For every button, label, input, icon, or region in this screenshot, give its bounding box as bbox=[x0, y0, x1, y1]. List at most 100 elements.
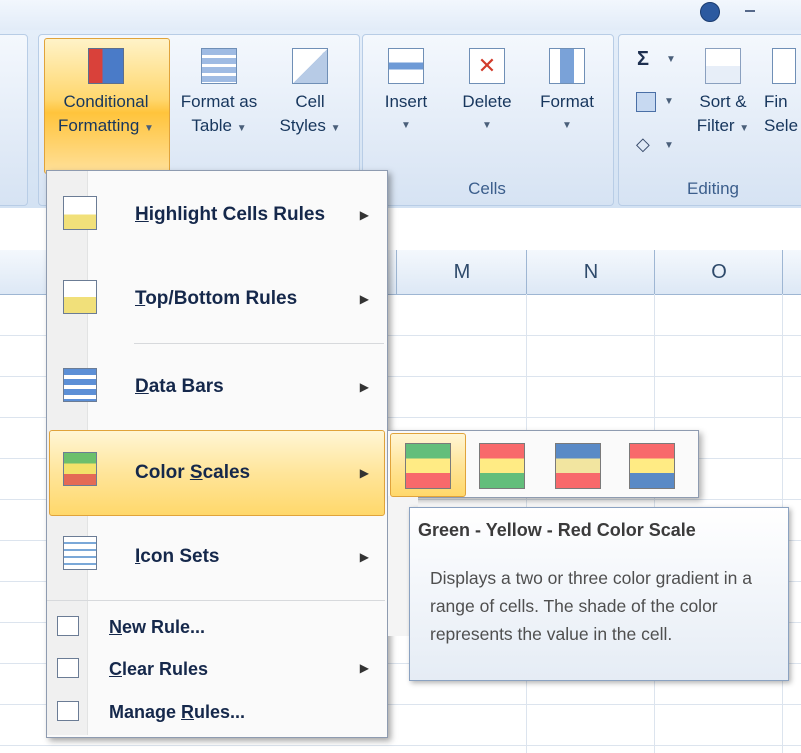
delete-label: Delete bbox=[462, 92, 512, 111]
label-part: Manage bbox=[109, 702, 182, 722]
conditional-formatting-label-1: Conditional bbox=[63, 92, 149, 111]
sort-filter-button[interactable]: Sort & Filter ▼ bbox=[688, 48, 758, 141]
manage-rules-icon bbox=[57, 701, 79, 721]
column-header-m[interactable]: M bbox=[396, 250, 527, 294]
menu-item-label: Color Scales bbox=[135, 462, 250, 484]
chevron-down-icon: ▼ bbox=[482, 120, 492, 131]
top-bottom-icon bbox=[63, 280, 97, 314]
chevron-down-icon: ▼ bbox=[144, 123, 154, 134]
label-part: op/Bottom Rules bbox=[145, 288, 298, 309]
red-yellow-blue-scale-icon bbox=[629, 443, 675, 489]
menu-item-clear-rules[interactable]: Clear Rules ▶ bbox=[47, 648, 385, 690]
menu-item-new-rule[interactable]: New Rule... bbox=[47, 606, 385, 648]
conditional-formatting-icon bbox=[88, 48, 124, 84]
insert-button[interactable]: Insert ▼ bbox=[372, 48, 440, 138]
icon-sets-icon bbox=[63, 536, 97, 570]
find-select-label-1: Fin bbox=[764, 92, 788, 111]
format-button[interactable]: Format ▼ bbox=[530, 48, 604, 138]
fill-icon[interactable] bbox=[636, 92, 656, 112]
menu-item-top-bottom-rules[interactable]: Top/Bottom Rules ▶ bbox=[47, 258, 385, 342]
color-scale-red-yellow-green[interactable] bbox=[470, 438, 532, 492]
green-yellow-red-scale-icon bbox=[405, 443, 451, 489]
menu-separator bbox=[47, 600, 385, 601]
label-accelerator: D bbox=[135, 376, 149, 397]
help-icon[interactable] bbox=[700, 2, 720, 22]
sort-filter-icon bbox=[705, 48, 741, 84]
chevron-down-icon[interactable]: ▼ bbox=[664, 96, 674, 107]
red-yellow-green-scale-icon bbox=[479, 443, 525, 489]
cell-styles-label-2: Styles bbox=[279, 116, 326, 135]
chevron-down-icon: ▼ bbox=[401, 120, 411, 131]
highlight-cells-icon bbox=[63, 196, 97, 230]
find-select-label-2: Sele bbox=[764, 116, 799, 135]
cell-styles-button[interactable]: Cell Styles ▼ bbox=[272, 48, 348, 141]
label-accelerator: N bbox=[109, 617, 122, 637]
label-part: con Sets bbox=[140, 546, 220, 567]
delete-cells-icon: ✕ bbox=[469, 48, 505, 84]
chevron-down-icon: ▼ bbox=[330, 123, 341, 134]
format-as-table-label-1: Format as bbox=[180, 92, 258, 111]
menu-item-data-bars[interactable]: Data Bars ▶ bbox=[47, 346, 385, 430]
label-part: ules... bbox=[194, 702, 246, 722]
label-accelerator: H bbox=[135, 204, 149, 225]
label-part: ew Rule... bbox=[122, 617, 206, 637]
format-cells-icon bbox=[549, 48, 585, 84]
minimize-icon[interactable] bbox=[745, 10, 755, 12]
color-scale-green-yellow-red[interactable] bbox=[396, 438, 458, 492]
menu-item-label: Clear Rules bbox=[109, 659, 208, 680]
cell-styles-label-1: Cell bbox=[295, 92, 325, 111]
clear-rules-icon bbox=[57, 658, 79, 678]
chevron-right-icon: ▶ bbox=[359, 661, 369, 675]
insert-cells-icon bbox=[388, 48, 424, 84]
column-header-next[interactable] bbox=[782, 250, 801, 294]
label-accelerator: T bbox=[135, 288, 146, 309]
find-select-button[interactable]: Fin Sele bbox=[764, 48, 801, 138]
tooltip-body: Displays a two or three color gradient i… bbox=[430, 568, 752, 644]
label-accelerator: C bbox=[109, 659, 122, 679]
menu-item-label: Top/Bottom Rules bbox=[135, 288, 297, 310]
chevron-right-icon: ▶ bbox=[359, 208, 369, 222]
styles-prev-group bbox=[0, 34, 28, 206]
format-as-table-icon bbox=[201, 48, 237, 84]
chevron-right-icon: ▶ bbox=[359, 466, 369, 480]
autosum-icon[interactable]: Σ bbox=[637, 48, 649, 71]
column-header-n[interactable]: N bbox=[526, 250, 655, 294]
data-bars-icon bbox=[63, 368, 97, 402]
format-as-table-button[interactable]: Format as Table ▼ bbox=[170, 48, 268, 141]
new-rule-icon bbox=[57, 616, 79, 636]
menu-item-manage-rules[interactable]: Manage Rules... bbox=[47, 691, 385, 733]
label-part: ata Bars bbox=[148, 376, 224, 397]
sort-filter-label-2: Filter bbox=[696, 116, 735, 135]
find-select-icon bbox=[772, 48, 796, 84]
chevron-down-icon[interactable]: ▼ bbox=[666, 54, 676, 65]
format-label: Format bbox=[540, 92, 594, 111]
chevron-right-icon: ▶ bbox=[359, 380, 369, 394]
conditional-formatting-button-content[interactable]: Conditional Formatting ▼ bbox=[44, 48, 168, 141]
chevron-down-icon[interactable]: ▼ bbox=[664, 140, 674, 151]
conditional-formatting-label-2: Formatting bbox=[58, 116, 140, 135]
blue-yellow-red-scale-icon bbox=[555, 443, 601, 489]
clear-icon[interactable]: ◇ bbox=[636, 134, 650, 155]
chevron-right-icon: ▶ bbox=[359, 550, 369, 564]
menu-item-label: Icon Sets bbox=[135, 546, 219, 568]
color-scale-green-white-red[interactable] bbox=[546, 438, 608, 492]
editing-group-label: Editing bbox=[687, 179, 739, 198]
insert-label: Insert bbox=[384, 92, 428, 111]
label-part: Color bbox=[135, 462, 190, 483]
grid-line bbox=[0, 745, 801, 746]
cell-styles-icon bbox=[292, 48, 328, 84]
label-part: cales bbox=[202, 462, 251, 483]
tooltip-title: Green - Yellow - Red Color Scale bbox=[418, 520, 696, 540]
menu-item-icon-sets[interactable]: Icon Sets ▶ bbox=[47, 514, 385, 598]
color-scale-red-yellow-blue[interactable] bbox=[620, 438, 682, 492]
delete-button[interactable]: ✕ Delete ▼ bbox=[452, 48, 522, 138]
chevron-right-icon: ▶ bbox=[359, 292, 369, 306]
menu-item-color-scales[interactable]: Color Scales ▶ bbox=[47, 430, 385, 514]
label-part: lear Rules bbox=[122, 659, 209, 679]
chevron-down-icon: ▼ bbox=[562, 120, 572, 131]
chevron-down-icon: ▼ bbox=[236, 123, 247, 134]
column-header-o[interactable]: O bbox=[654, 250, 783, 294]
color-scales-icon bbox=[63, 452, 97, 486]
menu-item-highlight-cells-rules[interactable]: Highlight Cells Rules ▶ bbox=[47, 174, 385, 258]
ribbon-tab-strip bbox=[0, 0, 801, 30]
